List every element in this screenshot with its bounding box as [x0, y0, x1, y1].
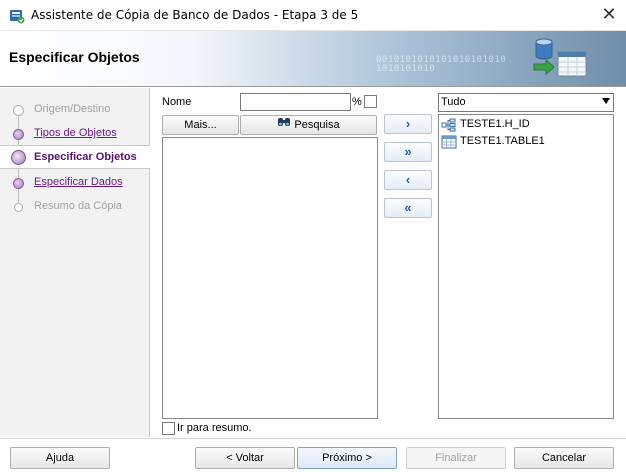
step-label: Especificar Objetos	[34, 151, 137, 163]
object-type-filter-select[interactable]: Tudo	[438, 93, 614, 112]
page-title: Especificar Objetos	[9, 49, 140, 65]
index-icon	[441, 118, 457, 132]
search-button[interactable]: Pesquisa	[240, 115, 377, 135]
wildcard-label: %	[352, 96, 362, 108]
window-title: Assistente de Cópia de Banco de Dados - …	[31, 8, 359, 22]
step-label: Tipos de Objetos	[34, 127, 117, 139]
double-chevron-right-icon: »	[404, 144, 412, 159]
close-icon: ✕	[601, 4, 617, 24]
step-origem-destino: Origem/Destino	[0, 98, 150, 122]
close-button[interactable]: ✕	[592, 0, 626, 31]
wizard-header: 0010101010101010101010 1010101010 Especi…	[0, 31, 626, 87]
step-resumo-da-copia: Resumo da Cópia	[0, 195, 150, 219]
step-link-icon	[13, 178, 24, 189]
go-to-summary-label: Ir para resumo.	[177, 422, 252, 434]
help-button[interactable]: Ajuda	[10, 447, 110, 469]
selected-objects-list[interactable]: TESTE1.H_ID TESTE1.TABLE1	[438, 114, 614, 419]
next-button[interactable]: Próximo >	[297, 447, 397, 469]
remove-all-button[interactable]: «	[384, 198, 432, 218]
wildcard-checkbox[interactable]	[364, 95, 377, 108]
available-objects-list[interactable]	[162, 137, 378, 419]
list-item-label: TESTE1.H_ID	[460, 118, 530, 130]
table-icon	[441, 135, 457, 149]
back-button[interactable]: < Voltar	[195, 447, 295, 469]
step-done-icon	[13, 105, 24, 116]
step-especificar-objetos: Especificar Objetos	[0, 145, 150, 169]
cancel-button[interactable]: Cancelar	[514, 447, 614, 469]
chevron-left-icon: ‹	[405, 172, 411, 187]
add-selected-button[interactable]: ›	[384, 114, 432, 134]
step-link-icon	[13, 129, 24, 140]
header-decoration: 0010101010101010101010 1010101010	[376, 55, 507, 74]
list-item-label: TESTE1.TABLE1	[460, 135, 545, 147]
step-future-icon	[14, 203, 23, 212]
chevron-down-icon	[602, 98, 610, 104]
step-tipos-de-objetos[interactable]: Tipos de Objetos	[0, 122, 150, 146]
go-to-summary-checkbox[interactable]	[162, 422, 175, 435]
finish-button: Finalizar	[406, 447, 506, 469]
select-value: Tudo	[441, 96, 466, 108]
step-label: Resumo da Cópia	[34, 200, 123, 212]
name-filter-input[interactable]	[240, 93, 351, 111]
step-label: Origem/Destino	[34, 103, 111, 115]
more-button[interactable]: Mais...	[162, 115, 239, 135]
search-button-label: Pesquisa	[294, 119, 340, 132]
footer-divider	[0, 438, 626, 439]
binoculars-icon	[277, 116, 291, 134]
step-especificar-dados[interactable]: Especificar Dados	[0, 171, 150, 195]
name-filter-label: Nome	[162, 96, 192, 108]
step-current-icon	[11, 150, 26, 165]
add-all-button[interactable]: »	[384, 142, 432, 162]
database-copy-icon	[528, 34, 590, 84]
app-icon	[9, 8, 25, 24]
chevron-right-icon: ›	[405, 116, 411, 131]
step-label: Especificar Dados	[34, 176, 123, 188]
double-chevron-left-icon: «	[404, 200, 412, 215]
remove-selected-button[interactable]: ‹	[384, 170, 432, 190]
